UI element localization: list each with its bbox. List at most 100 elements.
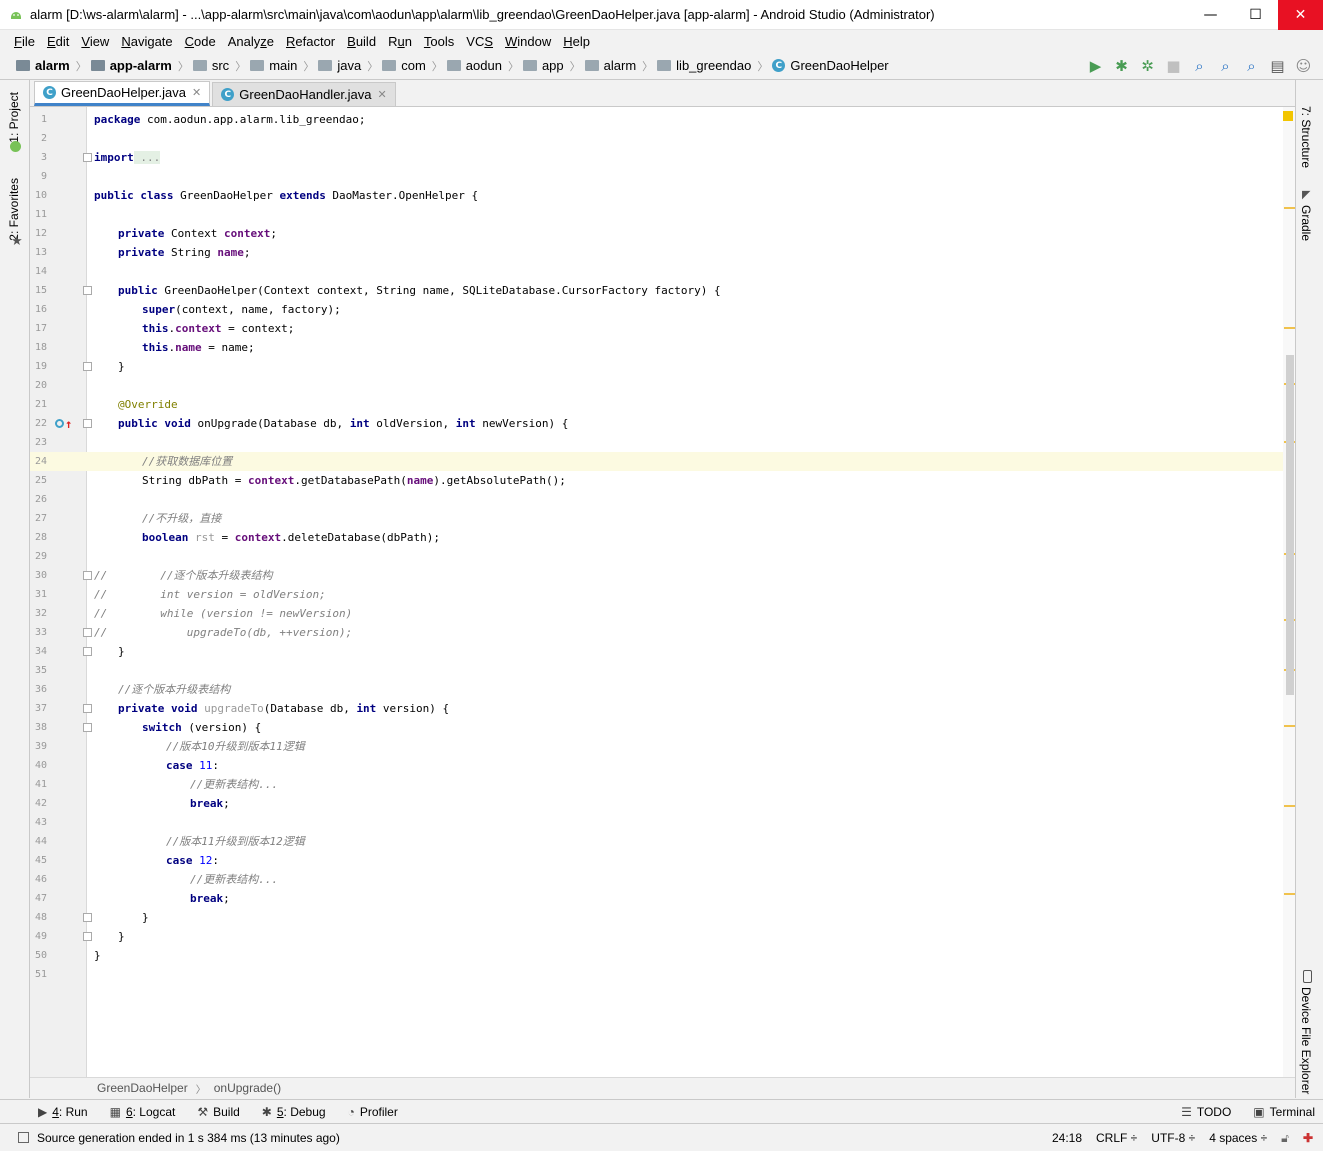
- code-line[interactable]: 50}: [30, 946, 1285, 965]
- fold-toggle-icon[interactable]: [83, 723, 92, 732]
- minimize-button[interactable]: —: [1188, 0, 1233, 30]
- caret-position[interactable]: 24:18: [1052, 1131, 1082, 1145]
- code-line[interactable]: 24 //获取数据库位置: [30, 452, 1285, 471]
- tool-window-button[interactable]: ▶ 4: Run: [38, 1105, 88, 1119]
- code-line[interactable]: 11: [30, 205, 1285, 224]
- tool-window-button[interactable]: ▦ 6: Logcat: [110, 1105, 176, 1119]
- menu-item[interactable]: VCS: [460, 34, 499, 49]
- breadcrumb-item[interactable]: com 〉: [382, 58, 443, 74]
- tool-window-button[interactable]: ⚒ Build: [197, 1105, 239, 1119]
- indent-setting[interactable]: 4 spaces ÷: [1209, 1131, 1267, 1145]
- status-message[interactable]: Source generation ended in 1 s 384 ms (1…: [37, 1131, 340, 1145]
- breadcrumb-class[interactable]: GreenDaoHelper: [97, 1081, 188, 1095]
- code-line[interactable]: 40 case 11:: [30, 756, 1285, 775]
- code-line[interactable]: 29: [30, 547, 1285, 566]
- override-icon[interactable]: [55, 419, 64, 428]
- inspection-status-icon[interactable]: [1283, 111, 1293, 121]
- menu-item[interactable]: Edit: [41, 34, 75, 49]
- code-line[interactable]: 21 @Override: [30, 395, 1285, 414]
- tab-greendaohandler[interactable]: C GreenDaoHandler.java ✕: [212, 82, 396, 106]
- code-line[interactable]: 35: [30, 661, 1285, 680]
- tool-window-button[interactable]: ✱ 5: Debug: [262, 1105, 326, 1119]
- breadcrumb-method[interactable]: onUpgrade(): [214, 1081, 281, 1095]
- code-line[interactable]: 17 this.context = context;: [30, 319, 1285, 338]
- warning-marker[interactable]: [1284, 725, 1295, 727]
- breadcrumb-item[interactable]: aodun 〉: [446, 58, 519, 74]
- fold-toggle-icon[interactable]: [83, 704, 92, 713]
- code-line[interactable]: 13 private String name;: [30, 243, 1285, 262]
- menu-item[interactable]: Window: [499, 34, 557, 49]
- warning-marker[interactable]: [1284, 893, 1295, 895]
- code-line[interactable]: 33 // upgradeTo(db, ++version);: [30, 623, 1285, 642]
- replace-icon[interactable]: ⌕: [1242, 57, 1261, 76]
- menu-item[interactable]: File: [8, 34, 41, 49]
- code-line[interactable]: 23: [30, 433, 1285, 452]
- tab-greendaohelper[interactable]: C GreenDaoHelper.java ✕: [34, 81, 211, 106]
- gradle-tool-tab[interactable]: Gradle: [1299, 205, 1313, 241]
- fold-toggle-icon[interactable]: [83, 419, 92, 428]
- code-line[interactable]: 30 // //逐个版本升级表结构: [30, 566, 1285, 585]
- menu-item[interactable]: Build: [341, 34, 382, 49]
- code-editor[interactable]: 1 package com.aodun.app.alarm.lib_greenda…: [30, 107, 1295, 1077]
- fold-toggle-icon[interactable]: [83, 628, 92, 637]
- breadcrumb-item[interactable]: lib_greendao 〉: [657, 58, 768, 74]
- structure-tool-tab[interactable]: 7: Structure: [1299, 106, 1313, 168]
- stop-icon[interactable]: ■: [1164, 57, 1183, 76]
- code-line[interactable]: 10 public class GreenDaoHelper extends Da…: [30, 186, 1285, 205]
- code-line[interactable]: 28 boolean rst = context.deleteDatabase(d…: [30, 528, 1285, 547]
- warning-marker[interactable]: [1284, 805, 1295, 807]
- breadcrumb-item[interactable]: src 〉: [192, 58, 246, 74]
- debug-icon[interactable]: ✱: [1112, 57, 1131, 76]
- code-line[interactable]: 39 //版本10升级到版本11逻辑: [30, 737, 1285, 756]
- code-line[interactable]: 16 super(context, name, factory);: [30, 300, 1285, 319]
- code-line[interactable]: 15 public GreenDaoHelper(Context context,…: [30, 281, 1285, 300]
- code-line[interactable]: 38 switch (version) {: [30, 718, 1285, 737]
- fold-toggle-icon[interactable]: [83, 153, 92, 162]
- code-line[interactable]: 26: [30, 490, 1285, 509]
- menu-item[interactable]: View: [75, 34, 115, 49]
- code-line[interactable]: 20: [30, 376, 1285, 395]
- breadcrumb-item[interactable]: alarm 〉: [584, 58, 653, 74]
- fold-toggle-icon[interactable]: [83, 362, 92, 371]
- code-line[interactable]: 43: [30, 813, 1285, 832]
- project-tool-tab[interactable]: 1: Project: [7, 92, 21, 143]
- arrow-up-icon[interactable]: ↑: [65, 415, 72, 434]
- code-line[interactable]: 45 case 12:: [30, 851, 1285, 870]
- close-tab-icon[interactable]: ✕: [378, 88, 387, 101]
- menu-item[interactable]: Navigate: [115, 34, 178, 49]
- code-line[interactable]: 18 this.name = name;: [30, 338, 1285, 357]
- device-file-explorer-tab[interactable]: Device File Explorer: [1299, 987, 1313, 1094]
- code-line[interactable]: 25 String dbPath = context.getDatabasePat…: [30, 471, 1285, 490]
- find-icon[interactable]: ⌕: [1216, 57, 1235, 76]
- code-line[interactable]: 46 //更新表结构...: [30, 870, 1285, 889]
- close-button[interactable]: ✕: [1278, 0, 1323, 30]
- favorites-tool-tab[interactable]: 2: Favorites: [7, 178, 21, 241]
- menu-item[interactable]: Analyze: [222, 34, 280, 49]
- vertical-scrollbar[interactable]: [1286, 355, 1294, 695]
- breadcrumb-item[interactable]: java 〉: [318, 58, 378, 74]
- breadcrumb-item[interactable]: alarm 〉: [16, 58, 87, 74]
- breadcrumb-item[interactable]: C GreenDaoHelper: [772, 58, 889, 73]
- code-line[interactable]: 12 private Context context;: [30, 224, 1285, 243]
- code-line[interactable]: 41 //更新表结构...: [30, 775, 1285, 794]
- code-line[interactable]: 48}: [30, 908, 1285, 927]
- menu-item[interactable]: Tools: [418, 34, 460, 49]
- code-line[interactable]: 47 break;: [30, 889, 1285, 908]
- code-line[interactable]: 1 package com.aodun.app.alarm.lib_greenda…: [30, 110, 1285, 129]
- sdk-manager-icon[interactable]: ▤: [1268, 57, 1287, 76]
- code-line[interactable]: 3 import ...: [30, 148, 1285, 167]
- search-icon[interactable]: ⌕: [1190, 57, 1209, 76]
- breadcrumb-item[interactable]: app 〉: [522, 58, 581, 74]
- code-line[interactable]: 42 break;: [30, 794, 1285, 813]
- warning-marker[interactable]: [1284, 207, 1295, 209]
- fold-toggle-icon[interactable]: [83, 647, 92, 656]
- code-line[interactable]: 37 private void upgradeTo(Database db, in…: [30, 699, 1285, 718]
- code-line[interactable]: 2: [30, 129, 1285, 148]
- menu-item[interactable]: Refactor: [280, 34, 341, 49]
- code-line[interactable]: 19}: [30, 357, 1285, 376]
- tool-window-button[interactable]: ◔ Profiler: [348, 1105, 398, 1119]
- menu-item[interactable]: Help: [557, 34, 596, 49]
- terminal-tool-button[interactable]: ▣ Terminal: [1253, 1105, 1315, 1119]
- event-log-icon[interactable]: ✚: [1303, 1131, 1313, 1145]
- menu-item[interactable]: Code: [179, 34, 222, 49]
